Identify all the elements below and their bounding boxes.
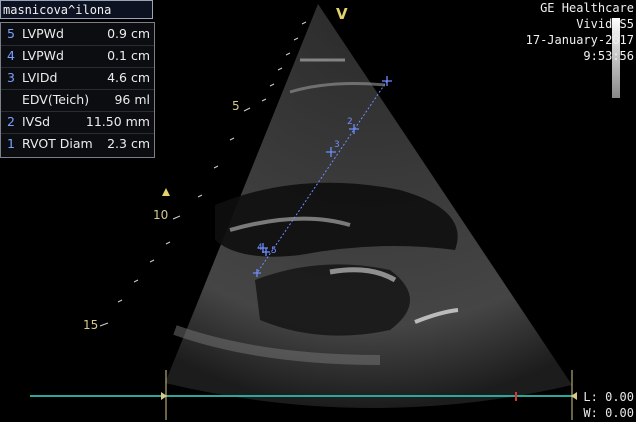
measurement-number: 5 <box>7 26 15 41</box>
measurement-label: LVPWd <box>22 26 64 41</box>
patient-name: masnicova^ilona <box>3 3 112 17</box>
depth-label: 15 <box>83 318 99 332</box>
measurement-value: 0.1 cm <box>107 48 150 63</box>
length-readout: L: 0.00 <box>583 390 634 404</box>
measurement-row[interactable]: 2 IVSd 11.50 mm <box>1 111 154 134</box>
vendor-name: GE Healthcare <box>540 1 634 15</box>
measurement-row[interactable]: 4 LVPWd 0.1 cm <box>1 45 154 68</box>
measurement-label: LVIDd <box>22 70 58 85</box>
measurement-number: 1 <box>7 136 15 151</box>
measurement-value: 4.6 cm <box>107 70 150 85</box>
measurement-row[interactable]: 3 LVIDd 4.6 cm <box>1 67 154 90</box>
exam-time: 9:53:56 <box>583 49 634 63</box>
exam-date: 17-January-2017 <box>525 33 634 47</box>
orientation-marker: V <box>336 5 348 23</box>
depth-label: 10 <box>153 208 169 222</box>
width-readout: W: 0.00 <box>583 406 634 420</box>
device-model: Vivid S5 <box>576 17 634 31</box>
measurement-label: IVSd <box>22 114 51 129</box>
system-info: GE Healthcare Vivid S5 17-January-2017 9… <box>526 0 634 64</box>
caliper-label: 5 <box>271 246 277 256</box>
caliper-label: 4 <box>257 243 263 253</box>
patient-name-field[interactable]: masnicova^ilona <box>0 0 153 19</box>
caliper-label: 3 <box>334 140 340 150</box>
measurement-number: 3 <box>7 70 15 85</box>
measurement-number: 2 <box>7 114 15 129</box>
measurement-row[interactable]: 5 LVPWd 0.9 cm <box>1 23 154 46</box>
caliper-label: 2 <box>347 117 353 127</box>
focus-marker <box>162 188 170 196</box>
measurement-value: 11.50 mm <box>85 114 150 129</box>
measurement-value: 96 ml <box>114 92 150 107</box>
measurement-row[interactable]: 1 RVOT Diam 2.3 cm <box>1 133 154 155</box>
measurement-panel: 5 LVPWd 0.9 cm 4 LVPWd 0.1 cm 3 LVIDd 4.… <box>0 22 155 158</box>
measurement-row[interactable]: EDV(Teich) 96 ml <box>1 89 154 112</box>
depth-label: 5 <box>232 99 240 113</box>
measurement-label: EDV(Teich) <box>22 92 90 107</box>
measurement-value: 0.9 cm <box>107 26 150 41</box>
measurement-value: 2.3 cm <box>107 136 150 151</box>
measurement-label: RVOT Diam <box>22 136 93 151</box>
measurement-label: LVPWd <box>22 48 64 63</box>
measurement-number: 4 <box>7 48 15 63</box>
